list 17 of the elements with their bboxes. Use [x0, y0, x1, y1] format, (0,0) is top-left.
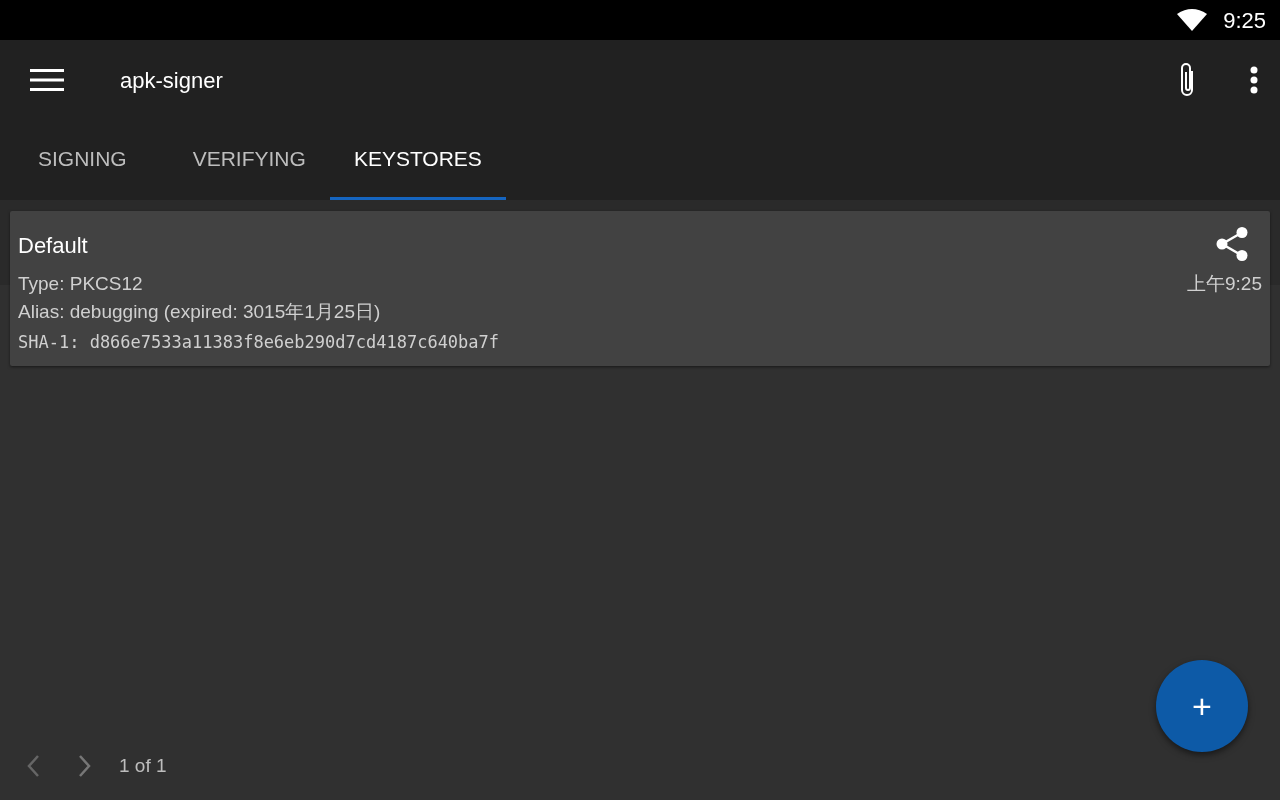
menu-icon[interactable]	[30, 68, 64, 92]
keystore-name: Default	[18, 232, 88, 260]
timestamp: 上午9:25	[1187, 272, 1262, 296]
keystore-card[interactable]: Default Type: PKCS12 上午9:25 Alias: debugging (expired: 3015年1月25日) SHA-1: d866e7533a11383f8e6eb290d7cd4187c640ba7f	[10, 211, 1270, 366]
next-page-icon[interactable]	[77, 753, 93, 778]
keystore-type: Type: PKCS12	[18, 272, 143, 296]
clock-time: 9:25	[1223, 6, 1266, 35]
add-button[interactable]: +	[1156, 660, 1248, 752]
share-icon[interactable]	[1216, 227, 1248, 261]
tab[interactable]: SIGNING	[14, 120, 151, 200]
app-title: apk-signer	[120, 66, 223, 95]
sha1-fingerprint: SHA-1: d866e7533a11383f8e6eb290d7cd4187c640ba7f	[18, 331, 501, 354]
page-indicator: 1 of 1	[119, 753, 167, 778]
more-options-icon[interactable]	[1250, 66, 1258, 94]
tab[interactable]: VERIFYING	[168, 120, 330, 200]
wifi-icon	[1177, 9, 1208, 31]
keystore-alias: Alias: debugging (expired: 3015年1月25日)	[18, 300, 382, 324]
